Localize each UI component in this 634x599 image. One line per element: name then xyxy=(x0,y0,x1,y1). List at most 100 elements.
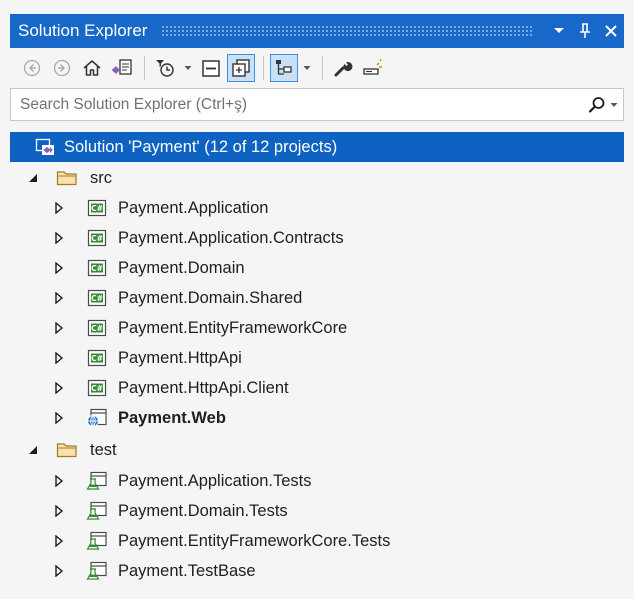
collapse-all-button[interactable] xyxy=(197,54,225,82)
show-all-files-icon xyxy=(232,59,250,77)
collapsed-arrow-icon[interactable] xyxy=(52,351,66,365)
pending-changes-filter-button[interactable] xyxy=(151,54,179,82)
svg-text:C#: C# xyxy=(91,354,103,363)
search-input[interactable] xyxy=(11,94,583,115)
clock-filter-icon xyxy=(156,60,174,77)
tree-item-project[interactable]: Payment.Application.Tests xyxy=(10,466,624,496)
close-button[interactable] xyxy=(598,18,624,44)
collapsed-arrow-icon[interactable] xyxy=(52,381,66,395)
title-grip[interactable] xyxy=(161,25,534,37)
tree-item-project[interactable]: C# Payment.Application xyxy=(10,193,624,223)
toolbar-separator xyxy=(322,56,323,80)
toolbar-separator xyxy=(144,56,145,80)
title-bar[interactable]: Solution Explorer xyxy=(10,14,624,48)
tree-item-project-startup[interactable]: Payment.Web xyxy=(10,403,624,433)
close-icon xyxy=(605,25,617,37)
tree-item-label: Payment.Web xyxy=(118,408,226,427)
collapsed-arrow-icon[interactable] xyxy=(52,321,66,335)
preview-selected-items-button[interactable] xyxy=(359,54,387,82)
back-button[interactable] xyxy=(18,54,46,82)
tree-item-label: Payment.Application.Tests xyxy=(118,471,312,490)
csharp-project-icon: C# xyxy=(86,348,108,368)
tree-item-folder-src[interactable]: src xyxy=(10,163,624,193)
tree-item-label: Payment.TestBase xyxy=(118,561,256,580)
csharp-project-icon: C# xyxy=(86,228,108,248)
collapsed-arrow-icon[interactable] xyxy=(52,231,66,245)
expanded-arrow-icon[interactable] xyxy=(26,171,40,185)
forward-circle-icon xyxy=(53,59,71,77)
csharp-project-icon: C# xyxy=(86,198,108,218)
chevron-down-icon xyxy=(184,66,192,70)
tree-item-label: test xyxy=(90,440,117,459)
sync-with-active-document-button[interactable] xyxy=(270,54,298,82)
back-circle-icon xyxy=(23,59,41,77)
csharp-project-icon: C# xyxy=(86,378,108,398)
chevron-down-icon xyxy=(610,102,618,107)
tree-item-project[interactable]: Payment.EntityFrameworkCore.Tests xyxy=(10,526,624,556)
show-all-files-button[interactable] xyxy=(227,54,255,82)
test-project-icon xyxy=(86,531,108,551)
tree-item-label: Payment.HttpApi xyxy=(118,348,242,367)
csharp-project-icon: C# xyxy=(86,258,108,278)
toolbar-separator xyxy=(263,56,264,80)
svg-text:C#: C# xyxy=(91,234,103,243)
tree-item-solution[interactable]: Solution 'Payment' (12 of 12 projects) xyxy=(10,132,624,162)
collapsed-arrow-icon[interactable] xyxy=(52,504,66,518)
solution-icon xyxy=(34,137,56,157)
tree-item-label: Payment.Application xyxy=(118,198,269,217)
tree-item-project[interactable]: C# Payment.EntityFrameworkCore xyxy=(10,313,624,343)
search-options-button[interactable] xyxy=(583,89,623,120)
tree-item-label: Solution 'Payment' (12 of 12 projects) xyxy=(64,137,338,156)
window-dropdown-button[interactable] xyxy=(546,18,572,44)
svg-text:C#: C# xyxy=(91,384,103,393)
sync-tree-icon xyxy=(276,60,292,75)
tree-item-label: Payment.Application.Contracts xyxy=(118,228,344,247)
tree-item-folder-test[interactable]: test xyxy=(10,435,624,465)
search-icon xyxy=(588,96,605,113)
tree-item-label: Payment.Domain.Shared xyxy=(118,288,303,307)
collapsed-arrow-icon[interactable] xyxy=(52,564,66,578)
home-icon xyxy=(83,60,101,76)
tree-item-project[interactable]: C# Payment.HttpApi.Client xyxy=(10,373,624,403)
svg-text:C#: C# xyxy=(91,204,103,213)
switch-views-icon xyxy=(111,59,132,75)
svg-text:C#: C# xyxy=(91,264,103,273)
pending-changes-dropdown[interactable] xyxy=(181,54,195,82)
forward-button[interactable] xyxy=(48,54,76,82)
test-project-icon xyxy=(86,471,108,491)
toolbar xyxy=(10,48,624,88)
tree-item-project[interactable]: C# Payment.Domain.Shared xyxy=(10,283,624,313)
window-title: Solution Explorer xyxy=(18,21,148,40)
test-project-icon xyxy=(86,561,108,581)
preview-icon xyxy=(363,59,382,75)
properties-button[interactable] xyxy=(329,54,357,82)
collapsed-arrow-icon[interactable] xyxy=(52,534,66,548)
tree-item-label: Payment.Domain.Tests xyxy=(118,501,288,520)
tree-item-project[interactable]: C# Payment.Domain xyxy=(10,253,624,283)
svg-text:C#: C# xyxy=(91,324,103,333)
collapsed-arrow-icon[interactable] xyxy=(52,474,66,488)
collapsed-arrow-icon[interactable] xyxy=(52,411,66,425)
tree-item-label: Payment.EntityFrameworkCore xyxy=(118,318,348,337)
tree-item-label: Payment.EntityFrameworkCore.Tests xyxy=(118,531,391,550)
tree-item-project[interactable]: Payment.TestBase xyxy=(10,556,624,586)
solution-tree: Solution 'Payment' (12 of 12 projects) s… xyxy=(10,130,624,599)
tree-item-project[interactable]: C# Payment.Application.Contracts xyxy=(10,223,624,253)
folder-icon xyxy=(56,440,78,460)
tree-item-label: Payment.HttpApi.Client xyxy=(118,378,289,397)
collapsed-arrow-icon[interactable] xyxy=(52,201,66,215)
csharp-project-icon: C# xyxy=(86,288,108,308)
chevron-down-icon xyxy=(303,66,311,70)
tree-item-project[interactable]: Payment.Domain.Tests xyxy=(10,496,624,526)
collapsed-arrow-icon[interactable] xyxy=(52,291,66,305)
home-button[interactable] xyxy=(78,54,106,82)
tree-item-project[interactable]: C# Payment.HttpApi xyxy=(10,343,624,373)
switch-views-button[interactable] xyxy=(108,54,136,82)
pin-icon xyxy=(580,23,590,38)
pin-button[interactable] xyxy=(572,18,598,44)
collapse-all-icon xyxy=(202,60,220,77)
dropdown-icon xyxy=(554,28,564,33)
expanded-arrow-icon[interactable] xyxy=(26,443,40,457)
collapsed-arrow-icon[interactable] xyxy=(52,261,66,275)
sync-dropdown[interactable] xyxy=(300,54,314,82)
